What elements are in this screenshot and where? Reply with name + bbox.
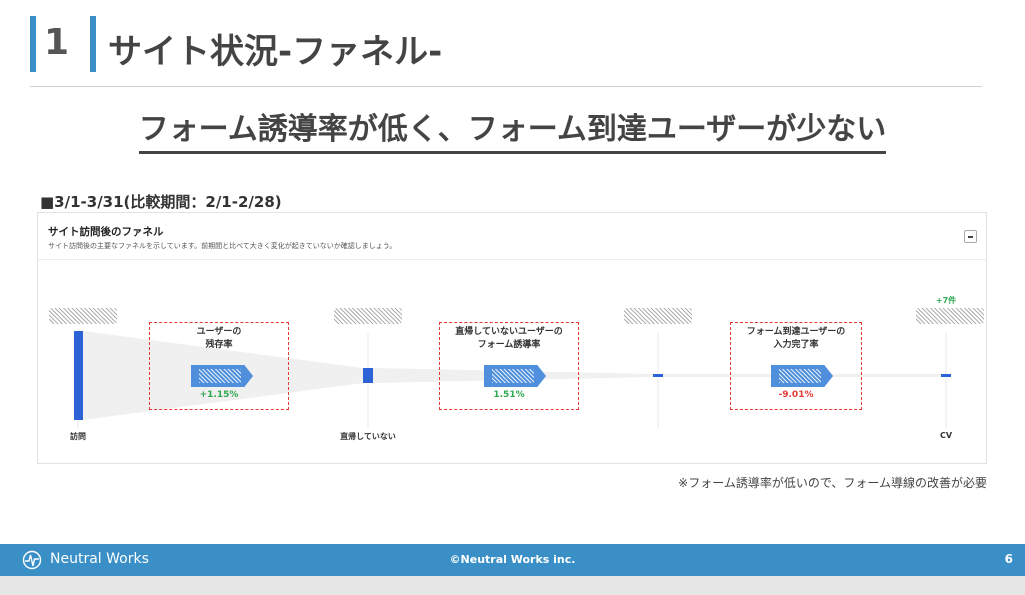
- stage-label: 訪問: [70, 432, 86, 441]
- conversion-box: 直帰していないユーザーの フォーム誘導率 1.51%: [439, 322, 579, 410]
- panel-description: サイト訪問後の主要なファネルを示しています。前期間と比べて大きく変化が起きていな…: [48, 242, 397, 250]
- redacted-value: [916, 308, 984, 324]
- stage-label: 直帰していない: [340, 432, 396, 441]
- conversion-rate: 1.51%: [493, 390, 525, 400]
- conversion-title: 直帰していないユーザーの フォーム誘導率: [455, 327, 563, 350]
- conversion-arrow: [771, 365, 833, 387]
- funnel-bar: [363, 368, 373, 383]
- conversion-rate: -9.01%: [778, 390, 814, 400]
- funnel-bar: [74, 331, 83, 420]
- conversion-arrow: [191, 365, 253, 387]
- redacted-value: [49, 308, 117, 324]
- header-divider: [30, 86, 982, 87]
- footnote: ※フォーム誘導率が低いので、フォーム導線の改善が必要: [678, 476, 987, 490]
- footer-copyright: ©Neutral Works inc.: [449, 553, 576, 566]
- panel-divider: [38, 259, 986, 260]
- period-label: ■3/1-3/31(比較期間：2/1-2/28): [40, 193, 282, 211]
- stage-delta: +7件: [935, 296, 957, 305]
- minus-icon: [968, 236, 973, 238]
- conversion-arrow: [484, 365, 546, 387]
- conversion-title: ユーザーの 残存率: [196, 327, 242, 350]
- accent-bar: [90, 16, 96, 72]
- footer: Neutral Works ©Neutral Works inc. 6: [0, 544, 1025, 576]
- panel-title: サイト訪問後のファネル: [48, 226, 164, 238]
- headline-text: フォーム誘導率が低く、フォーム到達ユーザーが少ない: [138, 112, 887, 154]
- slide-title: サイト状況-ファネル-: [108, 32, 443, 72]
- conversion-box: フォーム到達ユーザーの 入力完了率 -9.01%: [730, 322, 862, 410]
- slide-header: 1 サイト状況-ファネル-: [30, 16, 990, 78]
- conversion-title: フォーム到達ユーザーの 入力完了率: [746, 327, 846, 350]
- redacted-value: [624, 308, 692, 324]
- page-number: 6: [1004, 552, 1013, 566]
- funnel-bar: [653, 374, 663, 377]
- redacted-value: [334, 308, 402, 324]
- stage-label: CV: [939, 431, 953, 440]
- conversion-box: ユーザーの 残存率 +1.15%: [149, 322, 289, 410]
- funnel-bar: [941, 374, 951, 377]
- conversion-rate: +1.15%: [199, 390, 239, 400]
- headline: フォーム誘導率が低く、フォーム到達ユーザーが少ない: [0, 104, 1025, 154]
- bottom-strip: [0, 576, 1025, 595]
- collapse-button[interactable]: [964, 230, 977, 243]
- slide-section-number: 1: [44, 22, 70, 63]
- funnel-panel: サイト訪問後のファネル サイト訪問後の主要なファネルを示しています。前期間と比べ…: [37, 212, 987, 464]
- accent-bar: [30, 16, 36, 72]
